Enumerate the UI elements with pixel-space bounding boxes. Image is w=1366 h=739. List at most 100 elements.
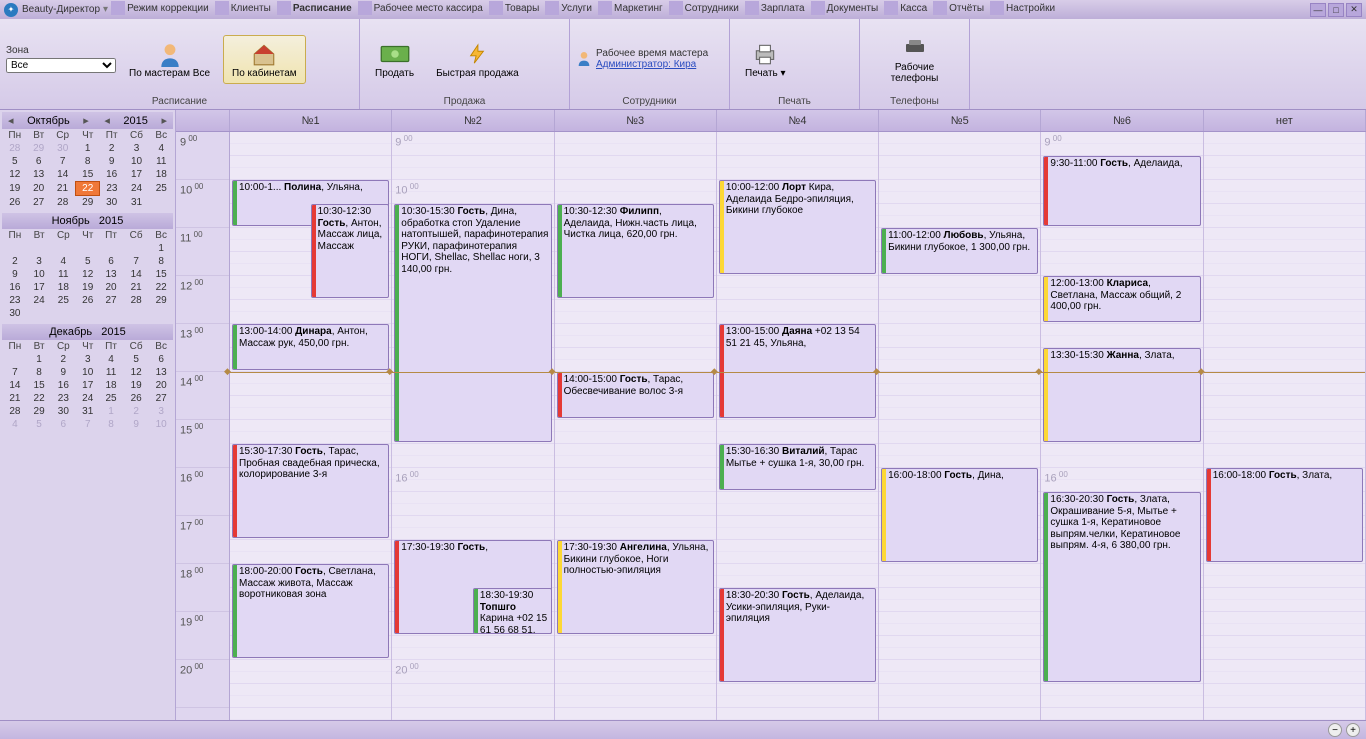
calendar-day[interactable]: 18 <box>50 281 76 294</box>
appointment[interactable]: 10:30-12:30 Филипп, Аделаида, Нижн.часть… <box>557 204 714 298</box>
calendar-day[interactable]: 11 <box>150 155 173 168</box>
prev-year-button[interactable]: ◂ <box>102 114 112 127</box>
calendar-day[interactable]: 12 <box>2 168 28 182</box>
calendar-day[interactable]: 9 <box>2 268 28 281</box>
calendar-day[interactable]: 29 <box>76 196 100 210</box>
calendar-day[interactable]: 25 <box>150 182 173 196</box>
calendar-day[interactable]: 17 <box>124 168 150 182</box>
calendar-day[interactable]: 30 <box>50 142 76 155</box>
calendar-day[interactable]: 20 <box>149 379 173 392</box>
titlebar-item-10[interactable]: Касса <box>884 1 927 15</box>
calendar-day[interactable]: 27 <box>28 196 50 210</box>
appointment[interactable]: 16:00-18:00 Гость, Дина, <box>881 468 1038 562</box>
calendar-day[interactable]: 7 <box>123 255 149 268</box>
calendar-day[interactable]: 14 <box>123 268 149 281</box>
calendar-day[interactable]: 27 <box>149 392 173 405</box>
calendar-day[interactable]: 8 <box>28 366 51 379</box>
calendar-day[interactable]: 10 <box>124 155 150 168</box>
titlebar-item-8[interactable]: Зарплата <box>745 1 805 15</box>
fast-sale-button[interactable]: Быстрая продажа <box>427 35 528 84</box>
titlebar-item-11[interactable]: Отчёты <box>933 1 984 15</box>
titlebar-item-12[interactable]: Настройки <box>990 1 1055 15</box>
schedule-column[interactable]: 9 0010 0016 0018 0020 0010:30-15:30 Гост… <box>392 132 554 720</box>
calendar-day[interactable]: 26 <box>123 392 149 405</box>
calendar-day[interactable]: 15 <box>28 379 51 392</box>
calendar-day[interactable]: 17 <box>28 281 51 294</box>
calendar-day[interactable]: 21 <box>123 281 149 294</box>
calendar-day[interactable]: 8 <box>76 155 100 168</box>
calendar-day[interactable]: 4 <box>150 142 173 155</box>
calendar-day[interactable]: 27 <box>99 294 123 307</box>
appointment[interactable]: 10:30-12:30 Гость, Антон, Массаж лица, М… <box>311 204 390 298</box>
appointment[interactable]: 18:00-20:00 Гость, Светлана, Массаж живо… <box>232 564 389 658</box>
calendar-day[interactable]: 26 <box>76 294 99 307</box>
calendar-day[interactable]: 4 <box>50 255 76 268</box>
titlebar-item-1[interactable]: Клиенты <box>215 1 271 15</box>
titlebar-item-4[interactable]: Товары <box>489 1 539 15</box>
calendar-day[interactable]: 29 <box>28 142 50 155</box>
calendar-day[interactable]: 17 <box>76 379 99 392</box>
calendar-day[interactable]: 1 <box>76 142 100 155</box>
calendar-day[interactable]: 6 <box>28 155 50 168</box>
next-year-button[interactable]: ▸ <box>159 114 169 127</box>
schedule-column[interactable]: 10:30-12:30 Филипп, Аделаида, Нижн.часть… <box>555 132 717 720</box>
by-master-button[interactable]: По мастерам Все <box>120 35 219 84</box>
schedule-column[interactable]: 11:00-12:00 Любовь, Ульяна, Бикини глубо… <box>879 132 1041 720</box>
calendar-day[interactable]: 26 <box>2 196 28 210</box>
appointment[interactable]: 10:30-15:30 Гость, Дина, обработка стоп … <box>394 204 551 442</box>
calendar-day[interactable]: 25 <box>50 294 76 307</box>
calendar-day[interactable]: 29 <box>28 405 51 418</box>
calendar-day[interactable]: 9 <box>50 366 76 379</box>
calendar-day[interactable]: 1 <box>28 353 51 366</box>
calendar-day[interactable]: 22 <box>76 182 100 196</box>
calendar-day[interactable]: 5 <box>28 418 51 431</box>
calendar-day[interactable]: 5 <box>76 255 99 268</box>
zone-select[interactable]: Все <box>6 58 116 73</box>
calendar-day[interactable]: 23 <box>50 392 76 405</box>
calendar-day[interactable]: 28 <box>123 294 149 307</box>
calendar-day[interactable]: 13 <box>149 366 173 379</box>
calendar-day[interactable]: 13 <box>28 168 50 182</box>
calendar-day[interactable]: 12 <box>123 366 149 379</box>
column-header[interactable]: №3 <box>555 110 717 131</box>
calendar-day[interactable]: 3 <box>28 255 51 268</box>
column-header[interactable]: №6 <box>1041 110 1203 131</box>
schedule-column[interactable]: 10:00-1... Полина, Ульяна,10:30-12:30 Го… <box>230 132 392 720</box>
appointment[interactable]: 14:00-15:00 Гость, Тарас, Обесвечивание … <box>557 372 714 418</box>
calendar-day[interactable]: 8 <box>149 255 173 268</box>
column-header[interactable]: №5 <box>879 110 1041 131</box>
calendar-day[interactable]: 29 <box>149 294 173 307</box>
titlebar-item-5[interactable]: Услуги <box>545 1 592 15</box>
calendar-day[interactable]: 30 <box>50 405 76 418</box>
calendar-day[interactable]: 23 <box>100 182 124 196</box>
calendar-day[interactable]: 30 <box>2 307 28 320</box>
calendar-day[interactable]: 28 <box>50 196 76 210</box>
calendar-day[interactable]: 20 <box>28 182 50 196</box>
calendar-day[interactable]: 14 <box>2 379 28 392</box>
calendar-day[interactable]: 21 <box>50 182 76 196</box>
calendar-day[interactable]: 22 <box>28 392 51 405</box>
appointment[interactable]: 12:00-13:00 Клариса, Светлана, Массаж об… <box>1043 276 1200 322</box>
calendar-day[interactable]: 3 <box>76 353 99 366</box>
calendar-day[interactable]: 8 <box>99 418 123 431</box>
print-button[interactable]: Печать ▾ <box>736 35 795 84</box>
next-month-button[interactable]: ▸ <box>81 114 91 127</box>
calendar-day[interactable]: 6 <box>50 418 76 431</box>
schedule-column[interactable]: 10:00-12:00 Лорт Кира, Аделаида Бедро-эп… <box>717 132 879 720</box>
calendar-day[interactable]: 2 <box>123 405 149 418</box>
calendar-day[interactable]: 18 <box>150 168 173 182</box>
appointment[interactable]: 18:30-19:30 Топшго Карина +02 15 61 56 6… <box>473 588 552 634</box>
appointment[interactable]: 17:30-19:30 Ангелина, Ульяна, Бикини глу… <box>557 540 714 634</box>
calendar-day[interactable]: 19 <box>76 281 99 294</box>
calendar-day[interactable]: 25 <box>99 392 123 405</box>
column-header[interactable]: нет <box>1204 110 1366 131</box>
calendar-day[interactable]: 5 <box>2 155 28 168</box>
calendar-day[interactable]: 16 <box>50 379 76 392</box>
titlebar-item-7[interactable]: Сотрудники <box>669 1 739 15</box>
admin-link[interactable]: Администратор: Кира <box>596 59 708 70</box>
calendar-day[interactable]: 24 <box>28 294 51 307</box>
calendar-day[interactable]: 11 <box>50 268 76 281</box>
calendar-day[interactable]: 20 <box>99 281 123 294</box>
calendar-day[interactable]: 23 <box>2 294 28 307</box>
appointment[interactable]: 10:00-12:00 Лорт Кира, Аделаида Бедро-эп… <box>719 180 876 274</box>
